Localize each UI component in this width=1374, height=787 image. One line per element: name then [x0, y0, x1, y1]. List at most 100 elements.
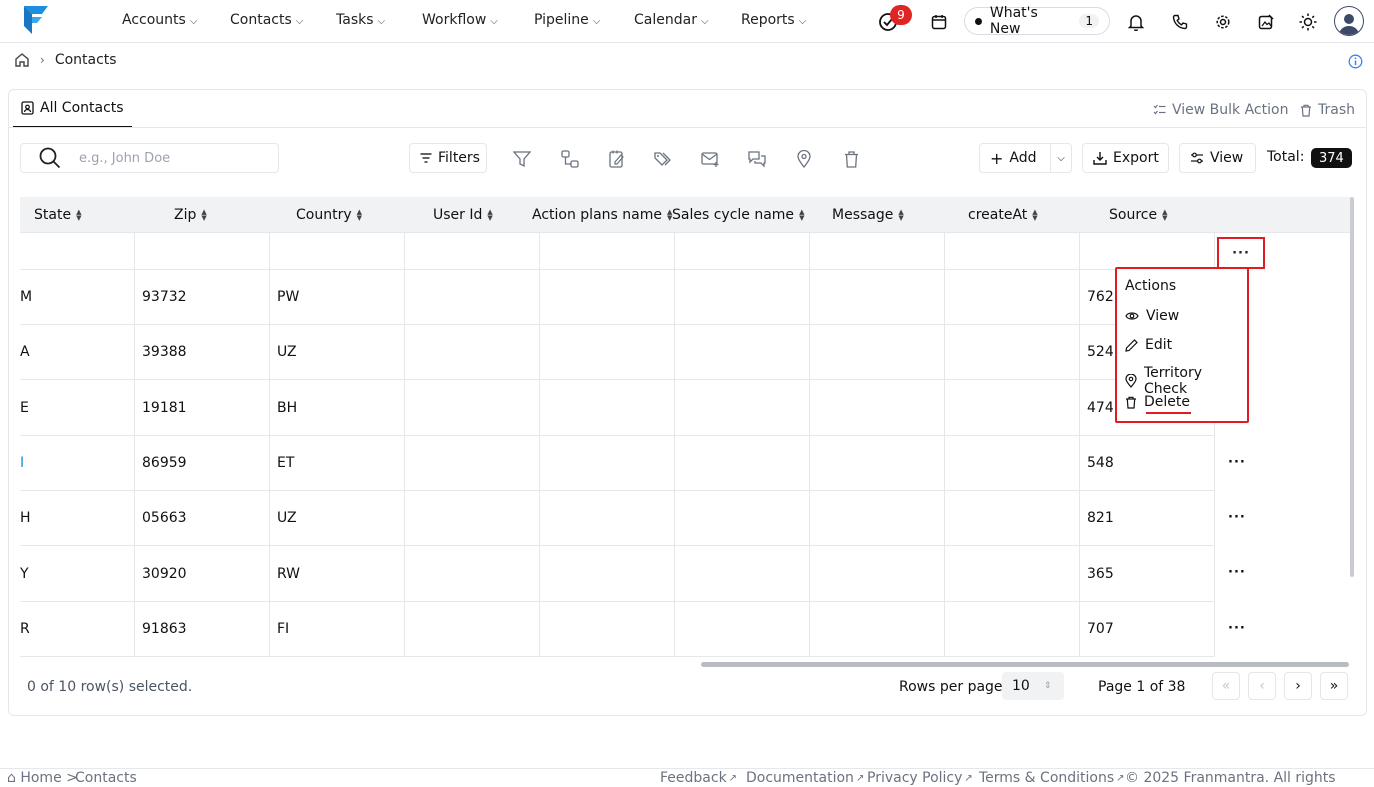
table-row[interactable]: Y 30920 RW 365 [20, 546, 1215, 602]
horizontal-scrollbar[interactable] [701, 662, 1349, 667]
footer-terms-link[interactable]: Terms & Conditions ↗ [979, 770, 1125, 786]
gear-icon[interactable] [1212, 11, 1234, 33]
chat-bubbles-icon[interactable] [746, 148, 768, 170]
delete-icon[interactable] [840, 148, 862, 170]
row-actions-button-highlighted[interactable]: ··· [1217, 237, 1265, 269]
footer-documentation-link[interactable]: Documentation ↗ [746, 770, 864, 786]
trash-label: Trash [1318, 102, 1355, 118]
notebook-edit-icon[interactable] [606, 148, 628, 170]
sort-icon[interactable]: ▲ ▼ [898, 209, 903, 222]
table-row[interactable]: M 93732 PW 762 [20, 270, 1215, 325]
location-pin-icon [1125, 374, 1137, 388]
whats-new-button[interactable]: What's New 1 [964, 5, 1110, 37]
nav-calendar[interactable]: Calendar ⌵ [634, 12, 709, 28]
export-button[interactable]: Export [1082, 143, 1169, 173]
notification-count-badge: 9 [890, 5, 912, 25]
workflow-shapes-icon[interactable] [559, 148, 581, 170]
menu-item-territory-check[interactable]: Territory Check [1125, 365, 1247, 397]
sort-icon[interactable]: ▲ ▼ [201, 209, 206, 222]
row-actions-button[interactable]: ··· [1228, 510, 1246, 525]
column-header-sales-cycle-name[interactable]: Sales cycle name ▲ ▼ [672, 197, 804, 233]
add-dropdown-button[interactable]: ⌵ [1050, 143, 1072, 173]
nav-tasks[interactable]: Tasks ⌵ [336, 12, 385, 28]
rows-per-page-select[interactable]: 10 ⇕ [1002, 672, 1064, 700]
cell-sales-cycle [675, 546, 810, 601]
cell-zip: 86959 [135, 436, 270, 490]
cell-message [810, 233, 945, 269]
search-box[interactable] [20, 143, 279, 173]
menu-item-view[interactable]: View [1125, 308, 1179, 324]
tags-icon[interactable] [652, 148, 674, 170]
funnel-icon[interactable] [511, 148, 533, 170]
mail-plus-icon[interactable] [699, 148, 721, 170]
previous-page-button[interactable]: ‹ [1248, 672, 1276, 700]
view-bulk-action-link[interactable]: View Bulk Action [1153, 102, 1288, 118]
column-header-zip[interactable]: Zip ▲ ▼ [174, 197, 207, 233]
column-header-message[interactable]: Message ▲ ▼ [832, 197, 904, 233]
cell-sales-cycle [675, 436, 810, 490]
view-options-button[interactable]: View [1179, 143, 1256, 173]
cell-state [20, 233, 135, 269]
column-header-action-plans-name[interactable]: Action plans name ▲ ▼ [532, 197, 672, 233]
sort-icon[interactable]: ▲ ▼ [487, 209, 492, 222]
column-header-state[interactable]: State ▲ ▼ [34, 197, 81, 233]
nav-contacts[interactable]: Contacts ⌵ [230, 12, 303, 28]
column-header-user-id[interactable]: User Id ▲ ▼ [433, 197, 493, 233]
column-header-country[interactable]: Country ▲ ▼ [296, 197, 362, 233]
nav-accounts[interactable]: Accounts ⌵ [122, 12, 197, 28]
franmantra-logo[interactable] [22, 4, 50, 36]
sun-icon[interactable] [1297, 11, 1319, 33]
sort-icon[interactable]: ▲ ▼ [1162, 209, 1167, 222]
home-icon[interactable] [14, 52, 30, 68]
location-pin-icon[interactable] [793, 148, 815, 170]
column-header-source[interactable]: Source ▲ ▼ [1109, 197, 1167, 233]
nav-reports[interactable]: Reports ⌵ [741, 12, 806, 28]
table-row[interactable]: A 39388 UZ 524 [20, 325, 1215, 380]
download-icon [1093, 151, 1107, 165]
sort-icon[interactable]: ▲ ▼ [357, 209, 362, 222]
tab-all-contacts[interactable]: All Contacts [13, 90, 132, 128]
table-row[interactable] [20, 233, 1215, 270]
cell-message [810, 270, 945, 324]
search-input[interactable] [79, 150, 259, 166]
table-row[interactable]: I 86959 ET 548 [20, 436, 1215, 491]
row-actions-button[interactable]: ··· [1228, 565, 1246, 580]
sort-icon[interactable]: ▲ ▼ [799, 209, 804, 222]
nav-workflow[interactable]: Workflow ⌵ [422, 12, 498, 28]
filters-button[interactable]: Filters [409, 143, 487, 173]
table-row[interactable]: H 05663 UZ 821 [20, 491, 1215, 546]
view-bulk-action-label: View Bulk Action [1172, 102, 1289, 118]
total-count-badge: 374 [1311, 148, 1352, 168]
sort-icon[interactable]: ▲ ▼ [76, 209, 81, 222]
last-page-button[interactable]: » [1320, 672, 1348, 700]
row-actions-button[interactable]: ··· [1228, 455, 1246, 470]
user-avatar[interactable] [1334, 6, 1364, 36]
add-button[interactable]: + Add [979, 143, 1051, 173]
cell-action-plan [540, 491, 675, 545]
bell-icon[interactable] [1125, 11, 1147, 33]
footer-feedback-link[interactable]: Feedback ↗ [660, 770, 737, 786]
table-row[interactable]: R 91863 FI 707 [20, 602, 1215, 657]
row-actions-button[interactable]: ··· [1228, 621, 1246, 636]
edit-image-icon[interactable] [1255, 11, 1277, 33]
cell-country: FI [270, 602, 405, 656]
trash-link[interactable]: Trash [1300, 102, 1355, 118]
menu-item-delete[interactable]: Delete [1125, 394, 1190, 410]
first-page-button[interactable]: « [1212, 672, 1240, 700]
footer-privacy-link[interactable]: Privacy Policy ↗ [867, 770, 973, 786]
status-dot-icon [975, 17, 982, 25]
phone-icon[interactable] [1169, 11, 1191, 33]
cell-sales-cycle [675, 325, 810, 379]
calendar-icon[interactable] [928, 11, 950, 33]
footer-home-label: ⌂ Home > [7, 770, 78, 786]
next-page-button[interactable]: › [1284, 672, 1312, 700]
column-header-createat[interactable]: createAt ▲ ▼ [968, 197, 1038, 233]
footer-home-link[interactable]: ⌂ Home > [7, 770, 78, 786]
nav-pipeline[interactable]: Pipeline ⌵ [534, 12, 600, 28]
vertical-scrollbar[interactable] [1350, 197, 1354, 577]
info-icon[interactable] [1348, 54, 1363, 69]
table-row[interactable]: E 19181 BH 474 [20, 380, 1215, 436]
menu-item-edit[interactable]: Edit [1125, 337, 1172, 353]
sort-icon[interactable]: ▲ ▼ [1032, 209, 1037, 222]
chevron-down-icon: ⌵ [490, 15, 498, 27]
